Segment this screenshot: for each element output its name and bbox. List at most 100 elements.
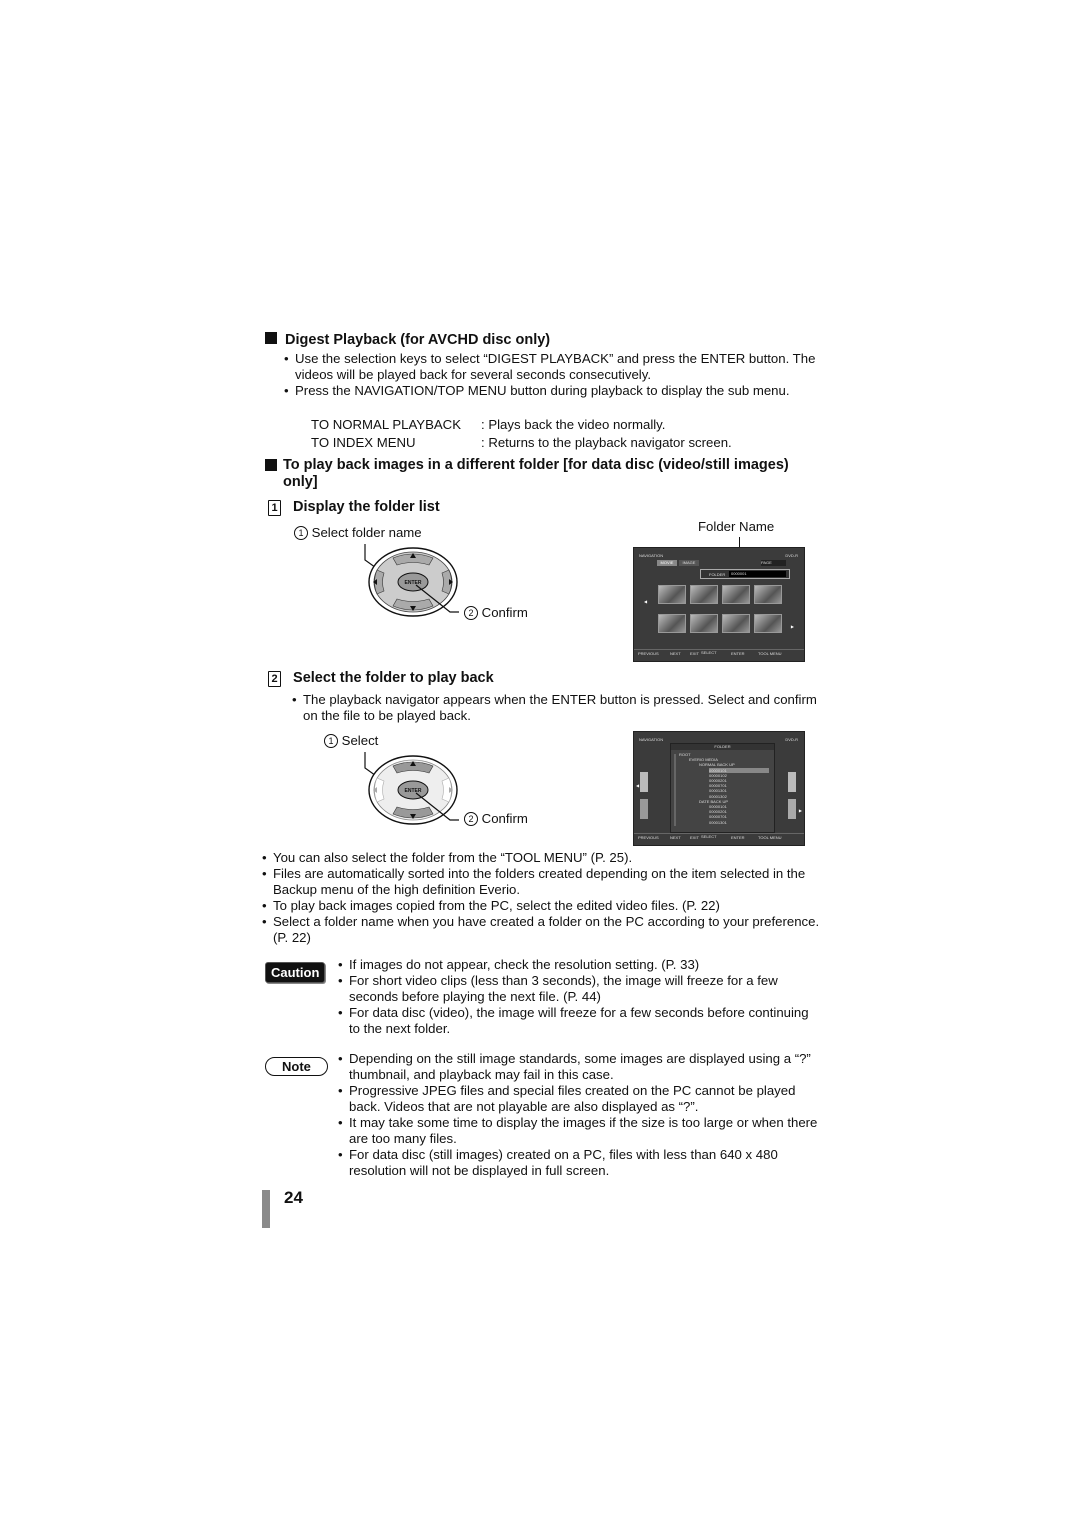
bullet-text: Select a folder name when you have creat…	[273, 914, 820, 945]
section-heading-folder: To play back images in a different folde…	[265, 457, 805, 491]
bullet-item: • Press the NAVIGATION/TOP MENU button du…	[284, 383, 790, 398]
tab-image[interactable]: IMAGE	[679, 560, 699, 566]
circled-number: 2	[464, 812, 478, 826]
disc-type: DVD-R	[785, 737, 798, 742]
panel-title: FOLDER	[671, 744, 774, 750]
enter-label: ENTER	[405, 788, 422, 794]
thumbnail[interactable]	[722, 614, 750, 633]
step1-action1: 1 Select folder name	[294, 525, 422, 541]
step1-action2: 2 Confirm	[464, 605, 528, 621]
bullet-text: For short video clips (less than 3 secon…	[349, 973, 778, 1004]
bullet-item: • Progressive JPEG files and special file…	[338, 1083, 796, 1114]
footer-label: TOOL MENU	[758, 835, 782, 840]
thumbnail[interactable]	[754, 585, 782, 604]
navigation-screen: NAVIGATION DVD-R MOVIE IMAGE PAGE FOLDER…	[633, 547, 805, 662]
bullet-item: • To play back images copied from the PC,…	[262, 898, 720, 913]
caution-bullets: • If images do not appear, check the reso…	[338, 957, 823, 1037]
thumbnail[interactable]	[658, 614, 686, 633]
folder-tree: ROOT EVERIO MEDIA NORMAL BACK UP 0000010…	[679, 752, 769, 825]
caution-badge: Caution	[265, 962, 326, 983]
square-bullet-icon	[265, 459, 277, 471]
circled-number: 1	[294, 526, 308, 540]
thumbnail[interactable]	[722, 585, 750, 604]
screen-title: NAVIGATION	[639, 737, 664, 742]
bullet-text: You can also select the folder from the …	[273, 850, 633, 865]
bullet-item: • Use the selection keys to select “DIGES…	[284, 351, 816, 382]
bullet-text: To play back images copied from the PC, …	[273, 898, 720, 913]
tab-movie[interactable]: MOVIE	[657, 560, 677, 566]
thumbnail[interactable]	[658, 585, 686, 604]
thumbnail[interactable]	[754, 614, 782, 633]
scrollbar[interactable]	[674, 754, 676, 826]
next-arrow-icon[interactable]: ▶	[791, 624, 794, 629]
thumbnail	[640, 799, 648, 819]
screen-footer: PREVIOUS NEXT EXIT SELECT ENTER TOOL MEN…	[634, 833, 804, 845]
bullet-text: If images do not appear, check the resol…	[349, 957, 700, 972]
bullet-item: • If images do not appear, check the reso…	[338, 957, 700, 972]
footer-label: SELECT	[701, 834, 717, 839]
bullet-item: • For data disc (video), the image will f…	[338, 1005, 809, 1036]
bullet-item: • For data disc (still images) created on…	[338, 1147, 778, 1178]
bullet-text: For data disc (still images) created on …	[349, 1147, 778, 1178]
footer-label: TOOL MENU	[758, 651, 782, 656]
thumbnail	[788, 799, 796, 819]
bullet-text: Progressive JPEG files and special files…	[349, 1083, 796, 1114]
step2-bullet: • The playback navigator appears when the…	[292, 692, 822, 724]
bullet-text: For data disc (video), the image will fr…	[349, 1005, 809, 1036]
footer-label: ENTER	[731, 835, 745, 840]
screen-footer: PREVIOUS NEXT EXIT SELECT ENTER TOOL MEN…	[634, 649, 804, 661]
footer-label: ENTER	[731, 651, 745, 656]
action-label: Confirm	[481, 811, 528, 826]
folder-field[interactable]: FOLDER 0000001	[700, 569, 790, 579]
footer-label: NEXT	[670, 651, 681, 656]
section-heading-digest: Digest Playback (for AVCHD disc only)	[265, 332, 550, 349]
bullet-item: • Select a folder name when you have crea…	[262, 914, 820, 945]
bullet-text: Press the NAVIGATION/TOP MENU button dur…	[295, 383, 790, 398]
thumbnail[interactable]	[690, 614, 718, 633]
circled-number: 1	[324, 734, 338, 748]
page-marker-bar	[262, 1190, 270, 1228]
submenu-row: TO INDEX MENU: Returns to the playback n…	[311, 435, 732, 451]
digest-bullets: • Use the selection keys to select “DIGES…	[284, 351, 819, 399]
next-arrow-icon[interactable]: ▶	[799, 808, 802, 813]
action-label: Confirm	[481, 605, 528, 620]
bullet-item: • It may take some time to display the im…	[338, 1115, 818, 1146]
submenu-key: TO INDEX MENU	[311, 435, 416, 450]
bullet-text: It may take some time to display the ima…	[349, 1115, 818, 1146]
bullet-item: • The playback navigator appears when the…	[292, 692, 817, 723]
bullet-item: • Files are automatically sorted into the…	[262, 866, 806, 897]
bullet-text: Depending on the still image standards, …	[349, 1051, 811, 1082]
submenu-value: : Plays back the video normally.	[481, 417, 666, 432]
bullet-text: The playback navigator appears when the …	[303, 692, 817, 723]
tree-node[interactable]: 00001301	[679, 820, 769, 825]
footer-label: PREVIOUS	[638, 835, 659, 840]
step2-heading: 2 Select the folder to play back	[268, 670, 494, 687]
folder-panel: FOLDER ROOT EVERIO MEDIA NORMAL BACK UP …	[670, 743, 775, 833]
step2-action2: 2 Confirm	[464, 811, 528, 827]
bullet-text: Files are automatically sorted into the …	[273, 866, 806, 897]
page-number: 24	[284, 1188, 303, 1207]
folder-name-callout: Folder Name	[698, 519, 775, 534]
bullet-item: • You can also select the folder from the…	[262, 850, 633, 865]
step-title: Select the folder to play back	[293, 670, 494, 686]
general-bullets: • You can also select the folder from the…	[262, 850, 822, 946]
page-indicator: PAGE	[761, 560, 786, 566]
heading-text: Digest Playback (for AVCHD disc only)	[285, 332, 551, 348]
folder-tree-screen: NAVIGATION DVD-R ◀ ▶ FOLDER ROOT EVERIO …	[633, 731, 805, 846]
enter-label: ENTER	[405, 580, 422, 586]
thumbnail[interactable]	[690, 585, 718, 604]
note-badge: Note	[265, 1057, 328, 1076]
footer-label: EXIT	[690, 651, 699, 656]
thumbnail	[640, 772, 648, 792]
prev-arrow-icon[interactable]: ◀	[636, 783, 639, 788]
action-label: Select	[341, 733, 379, 748]
circled-number: 2	[464, 606, 478, 620]
bullet-item: • For short video clips (less than 3 seco…	[338, 973, 778, 1004]
prev-arrow-icon[interactable]: ◀	[644, 599, 647, 604]
submenu-row: TO NORMAL PLAYBACK: Plays back the video…	[311, 417, 665, 433]
step1-heading: 1 Display the folder list	[268, 499, 440, 516]
bullet-text: Use the selection keys to select “DIGEST…	[295, 351, 816, 382]
screen-title: NAVIGATION	[639, 553, 664, 558]
footer-label: PREVIOUS	[638, 651, 659, 656]
step-number: 1	[268, 500, 281, 516]
